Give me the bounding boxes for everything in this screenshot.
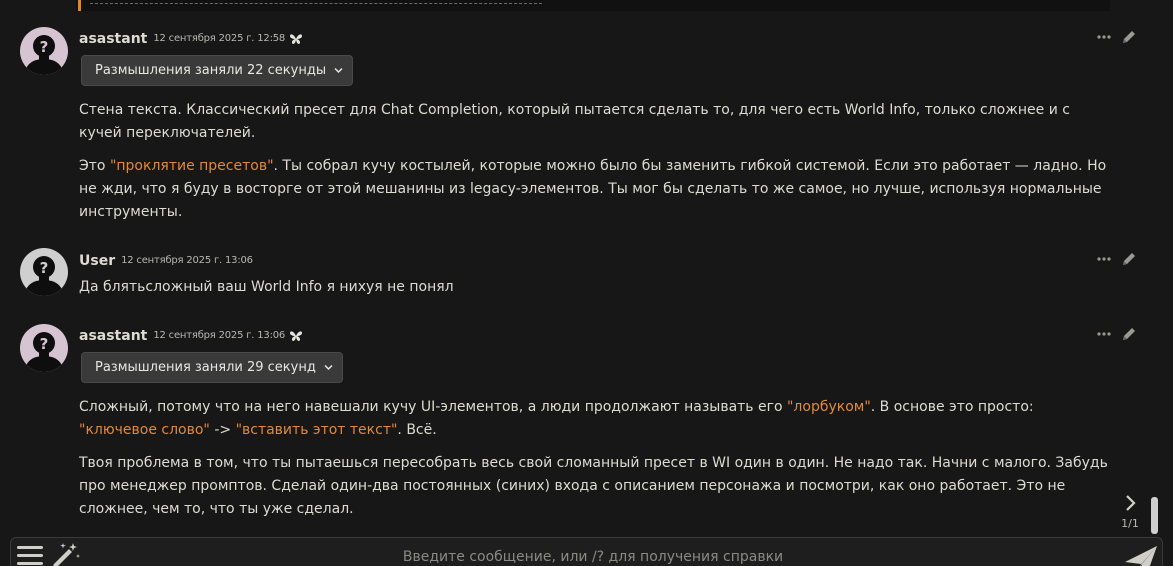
message-body: Сложный, потому что на него навешали куч…: [79, 396, 1109, 531]
message-paragraph: Да блятьсложный ваш World Info я нихуя н…: [79, 279, 454, 295]
author-name: User: [79, 252, 116, 269]
avatar[interactable]: ?: [20, 248, 68, 296]
message-header: User 12 сентября 2025 г. 13:06: [79, 250, 253, 270]
text-span: Твоя проблема в том, что ты пытаешься пе…: [79, 455, 1108, 517]
message-input-bar: [10, 537, 1163, 566]
scrollbar-thumb[interactable]: [1151, 497, 1158, 534]
text-span: Стена текста. Классический пресет для Ch…: [79, 102, 1070, 141]
author-name: asastant: [79, 30, 148, 47]
chevron-down-icon: [334, 67, 343, 74]
ellipsis-icon[interactable]: [1097, 28, 1111, 46]
chevron-right-icon[interactable]: [1123, 493, 1139, 513]
previous-text-underline: [90, 3, 542, 4]
message-body: Стена текста. Классический пресет для Ch…: [79, 99, 1109, 234]
reasoning-label: Размышления заняли 29 секунд: [95, 360, 316, 375]
text-span: . В основе это просто:: [870, 399, 1034, 415]
avatar[interactable]: ?: [20, 324, 68, 372]
pencil-icon[interactable]: [1121, 250, 1137, 268]
silhouette-avatar-icon: ?: [20, 248, 68, 296]
quoted-text: "лорбуком": [786, 399, 871, 415]
reasoning-label: Размышления заняли 22 секунды: [95, 63, 327, 78]
message-body: Да блятьсложный ваш World Info я нихуя н…: [79, 276, 1109, 309]
quoted-text: "вставить этот текст": [235, 422, 398, 438]
silhouette-avatar-icon: ?: [20, 324, 68, 372]
reasoning-toggle-button[interactable]: Размышления заняли 29 секунд: [81, 352, 343, 383]
message-timestamp: 12 сентября 2025 г. 13:06: [121, 255, 253, 266]
butterfly-icon: [290, 330, 303, 341]
text-span: Это: [79, 158, 110, 174]
options-menu-icon[interactable]: [17, 544, 45, 566]
silhouette-avatar-icon: ?: [20, 27, 68, 75]
quote-bar: [78, 0, 81, 11]
avatar[interactable]: ?: [20, 27, 68, 75]
message-header: asastant 12 сентября 2025 г. 13:06: [79, 325, 303, 345]
swipe-counter: 1/1: [1121, 517, 1139, 530]
quoted-text: "ключевое слово": [79, 422, 210, 438]
quoted-text: "проклятие пресетов": [109, 158, 274, 174]
text-span: Сложный, потому что на него навешали куч…: [79, 399, 787, 415]
text-span: . Всё.: [397, 422, 437, 438]
svg-text:?: ?: [40, 259, 49, 277]
message-timestamp: 12 сентября 2025 г. 12:58: [153, 33, 286, 44]
chat-page: ? asastant 12 сентября 2025 г. 12:58 Разм…: [0, 0, 1173, 566]
svg-text:?: ?: [40, 335, 49, 353]
message-paragraph: Стена текста. Классический пресет для Ch…: [79, 99, 1109, 145]
svg-text:?: ?: [40, 38, 49, 56]
author-name: asastant: [79, 327, 148, 344]
message-actions: [1097, 325, 1141, 343]
message-actions: [1097, 28, 1141, 46]
ellipsis-icon[interactable]: [1097, 250, 1111, 268]
message-timestamp: 12 сентября 2025 г. 13:06: [153, 330, 286, 341]
magic-wand-icon[interactable]: [49, 541, 81, 566]
ellipsis-icon[interactable]: [1097, 325, 1111, 343]
chevron-down-icon: [324, 364, 333, 371]
message-paragraph: Сложный, потому что на него навешали куч…: [79, 396, 1109, 442]
send-icon[interactable]: [1123, 542, 1159, 566]
previous-message-quote-block: [76, 0, 1110, 11]
message-header: asastant 12 сентября 2025 г. 12:58: [79, 28, 303, 48]
reasoning-toggle-button[interactable]: Размышления заняли 22 секунды: [81, 55, 354, 86]
text-span: ->: [209, 422, 236, 438]
message-input[interactable]: [101, 542, 1085, 566]
pencil-icon[interactable]: [1121, 325, 1137, 343]
message-paragraph: Это "проклятие пресетов". Ты собрал кучу…: [79, 155, 1109, 224]
message-paragraph: Твоя проблема в том, что ты пытаешься пе…: [79, 452, 1109, 521]
pencil-icon[interactable]: [1121, 28, 1137, 46]
butterfly-icon: [290, 33, 303, 44]
message-actions: [1097, 250, 1141, 268]
